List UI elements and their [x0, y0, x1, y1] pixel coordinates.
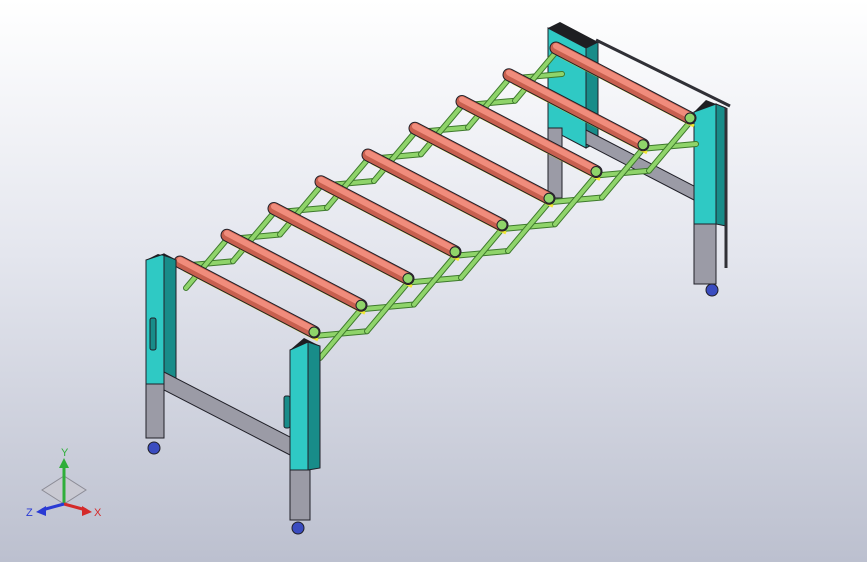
roller-end-cap	[402, 273, 414, 284]
graphics-viewport[interactable]: Y X Z	[0, 0, 867, 562]
y-axis-label: Y	[61, 447, 69, 459]
roller-set	[173, 41, 697, 342]
roller-end-cap	[637, 139, 649, 151]
view-triad[interactable]: Y X Z	[22, 446, 106, 526]
roller-end-cap	[355, 299, 367, 311]
roller-end-cap	[543, 192, 555, 204]
roller-end-cap	[308, 326, 320, 338]
roller-end-cap	[590, 166, 602, 177]
roller-conveyor-model[interactable]	[0, 0, 867, 562]
roller-end-cap	[496, 219, 508, 231]
z-axis-label: Z	[26, 507, 33, 519]
x-axis-head-icon	[82, 506, 92, 516]
x-axis-label: X	[94, 507, 102, 519]
roller-end-cap	[684, 112, 696, 124]
roller-end-cap	[449, 246, 461, 258]
y-axis-head-icon	[59, 458, 69, 468]
scissor-linkage	[177, 49, 699, 361]
z-axis-head-icon	[36, 506, 46, 516]
